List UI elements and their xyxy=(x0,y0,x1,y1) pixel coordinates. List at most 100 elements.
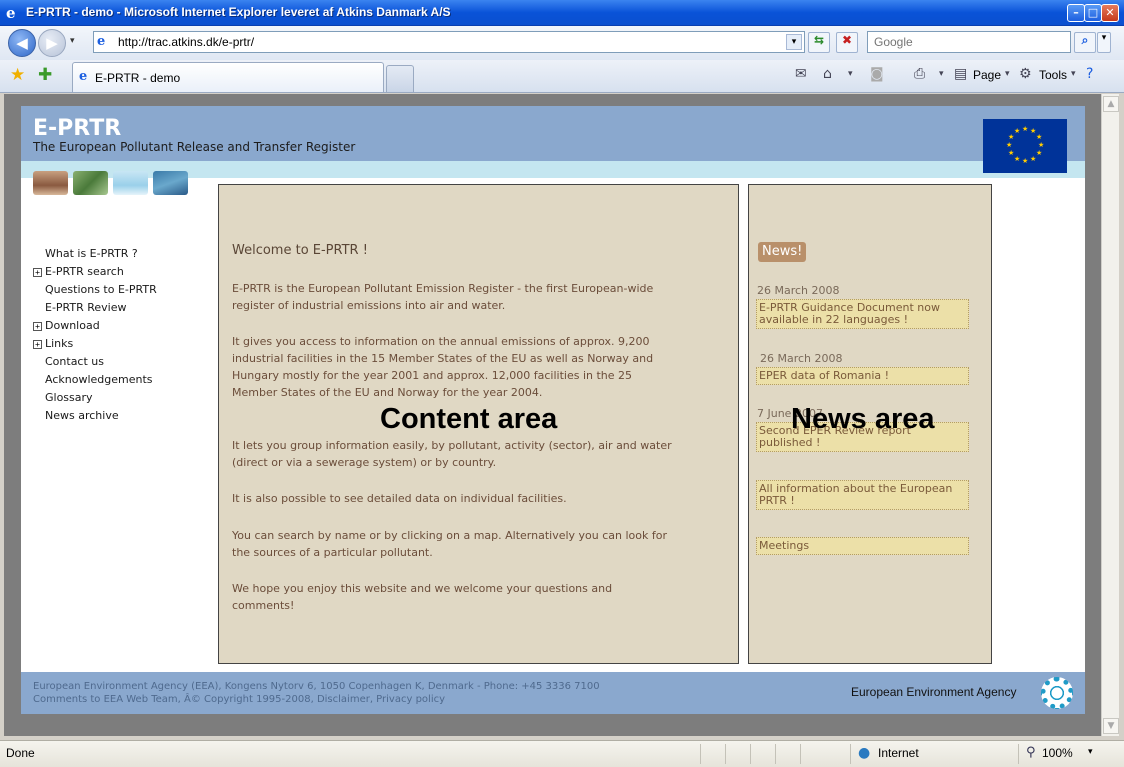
site-header: E-PRTR The European Pollutant Release an… xyxy=(21,106,1085,161)
expand-icon[interactable]: + xyxy=(33,322,42,331)
news-item[interactable]: EPER data of Romania ! xyxy=(756,367,969,385)
land-image xyxy=(33,171,68,195)
help-icon[interactable]: ? xyxy=(1086,66,1093,82)
access-paragraph: It gives you access to information on th… xyxy=(232,335,654,399)
refresh-button[interactable]: ⇆ xyxy=(808,32,830,53)
close-window-button[interactable]: ✕ xyxy=(1101,4,1119,22)
address-toolbar: ◀ ▶ ▾ e ▾ ⇆ ✖ ⌕ ▾ xyxy=(0,26,1124,60)
page-menu[interactable]: Page xyxy=(973,68,1001,82)
grass-image xyxy=(73,171,108,195)
sidebar-item-links[interactable]: + Links xyxy=(33,337,73,355)
news-area-label: News area xyxy=(791,403,935,435)
divider xyxy=(700,744,701,764)
content-area: Welcome to E-PRTR ! E-PRTR is the Europe… xyxy=(218,184,739,664)
sidebar-item-label: Links xyxy=(45,337,74,350)
divider xyxy=(725,744,726,764)
zoom-level[interactable]: 100% xyxy=(1042,746,1073,760)
divider xyxy=(800,744,801,764)
sidebar-item-label: What is E-PRTR ? xyxy=(45,247,138,260)
closing-paragraph: We hope you enjoy this website and we we… xyxy=(232,582,613,612)
address-dropdown-icon[interactable]: ▾ xyxy=(786,34,802,50)
news-badge: News! xyxy=(758,242,807,262)
news-area: News! 26 March 2008 E-PRTR Guidance Docu… xyxy=(748,184,992,664)
eu-flag-logo: ★ ★ ★ ★ ★ ★ ★ ★ ★ ★ ★ ★ xyxy=(983,119,1067,173)
group-paragraph: It lets you group information easily, by… xyxy=(232,439,672,469)
news-item[interactable]: All information about the European PRTR … xyxy=(756,480,969,510)
history-dropdown-icon[interactable]: ▾ xyxy=(70,36,75,46)
vertical-scrollbar[interactable]: ▲ ▼ xyxy=(1101,94,1119,736)
window-title-bar: e E-PRTR - demo - Microsoft Internet Exp… xyxy=(0,0,1124,26)
mail-icon[interactable]: ✉ xyxy=(795,66,807,82)
news-date: 26 March 2008 xyxy=(760,352,843,365)
ie-logo-icon: e xyxy=(6,4,16,22)
security-zone: Internet xyxy=(878,746,919,760)
expand-icon[interactable]: + xyxy=(33,268,42,277)
search-paragraph: You can search by name or by clicking on… xyxy=(232,529,668,559)
maximize-button[interactable]: □ xyxy=(1084,4,1102,22)
sidebar-item-label: Download xyxy=(45,319,100,332)
home-dropdown-icon[interactable]: ▾ xyxy=(848,69,853,79)
print-dropdown-icon[interactable]: ▾ xyxy=(939,69,944,79)
sidebar-item-label: E-PRTR search xyxy=(45,265,124,278)
divider xyxy=(1018,744,1019,764)
expand-icon[interactable]: + xyxy=(33,340,42,349)
water-image xyxy=(153,171,188,195)
sidebar-item-download[interactable]: + Download xyxy=(33,319,100,337)
stop-button[interactable]: ✖ xyxy=(836,32,858,53)
tab-e-prtr-demo[interactable]: e E-PRTR - demo xyxy=(72,62,384,92)
news-item[interactable]: Meetings xyxy=(756,537,969,555)
tab-label: E-PRTR - demo xyxy=(95,71,181,85)
detail-paragraph: It is also possible to see detailed data… xyxy=(232,492,567,505)
footer-agency-name: European Environment Agency xyxy=(851,685,1017,699)
tools-dropdown-icon[interactable]: ▾ xyxy=(1071,69,1076,79)
zoom-icon[interactable]: ⚲ xyxy=(1026,745,1036,760)
web-page: E-PRTR The European Pollutant Release an… xyxy=(21,106,1085,714)
page-icon: e xyxy=(79,69,88,84)
globe-icon: ● xyxy=(858,745,871,761)
search-input[interactable] xyxy=(872,34,1062,50)
minimize-button[interactable]: – xyxy=(1067,4,1085,22)
divider xyxy=(750,744,751,764)
content-area-label: Content area xyxy=(380,403,558,435)
new-tab-button[interactable] xyxy=(386,65,414,92)
sky-image xyxy=(113,171,148,195)
search-field[interactable] xyxy=(867,31,1071,53)
back-button[interactable]: ◀ xyxy=(8,29,36,57)
browser-viewport: E-PRTR The European Pollutant Release an… xyxy=(4,94,1101,736)
welcome-heading: Welcome to E-PRTR ! xyxy=(232,243,368,258)
intro-paragraph: E-PRTR is the European Pollutant Emissio… xyxy=(232,282,654,312)
site-footer: European Environment Agency (EEA), Konge… xyxy=(21,672,1085,714)
page-menu-icon: ▤ xyxy=(954,66,968,82)
footer-links[interactable]: Comments to EEA Web Team, Â© Copyright 1… xyxy=(33,694,445,705)
site-title: E-PRTR xyxy=(33,116,122,141)
status-bar: Done ● Internet ⚲ 100% ▾ xyxy=(0,740,1124,767)
news-item[interactable]: E-PRTR Guidance Document now available i… xyxy=(756,299,969,329)
search-options-icon[interactable]: ▾ xyxy=(1097,32,1111,53)
divider xyxy=(850,744,851,764)
window-title: E-PRTR - demo - Microsoft Internet Explo… xyxy=(26,5,451,19)
scroll-up-icon[interactable]: ▲ xyxy=(1103,96,1119,112)
home-icon[interactable]: ⌂ xyxy=(823,66,832,82)
zoom-dropdown-icon[interactable]: ▾ xyxy=(1088,747,1093,757)
search-icon[interactable]: ⌕ xyxy=(1074,32,1096,53)
sidebar-item-label: Questions to E-PRTR xyxy=(45,283,157,296)
footer-address: European Environment Agency (EEA), Konge… xyxy=(33,681,600,692)
site-subtitle: The European Pollutant Release and Trans… xyxy=(33,140,356,154)
forward-button[interactable]: ▶ xyxy=(38,29,66,57)
sidebar-item-label: Contact us xyxy=(45,355,104,368)
scroll-down-icon[interactable]: ▼ xyxy=(1103,718,1119,734)
gear-icon: ⚙ xyxy=(1019,66,1032,82)
divider xyxy=(775,744,776,764)
page-dropdown-icon[interactable]: ▾ xyxy=(1005,69,1010,79)
add-favorite-icon[interactable]: ✚ xyxy=(38,65,52,85)
sidebar-item-label: News archive xyxy=(45,409,119,422)
tab-toolbar: ★ ✚ e E-PRTR - demo ✉ ⌂ ▾ ◙ ⎙ ▾ ▤ Page ▾… xyxy=(0,60,1124,93)
favorites-star-icon[interactable]: ★ xyxy=(10,65,25,85)
tools-menu[interactable]: Tools xyxy=(1039,68,1067,82)
address-input[interactable] xyxy=(116,34,776,50)
feeds-icon[interactable]: ◙ xyxy=(870,66,884,82)
sidebar-item-label: Acknowledgements xyxy=(45,373,153,386)
sidebar-item-search[interactable]: + E-PRTR search xyxy=(33,265,124,283)
print-icon[interactable]: ⎙ xyxy=(914,66,925,82)
address-field[interactable]: e ▾ xyxy=(93,31,805,53)
